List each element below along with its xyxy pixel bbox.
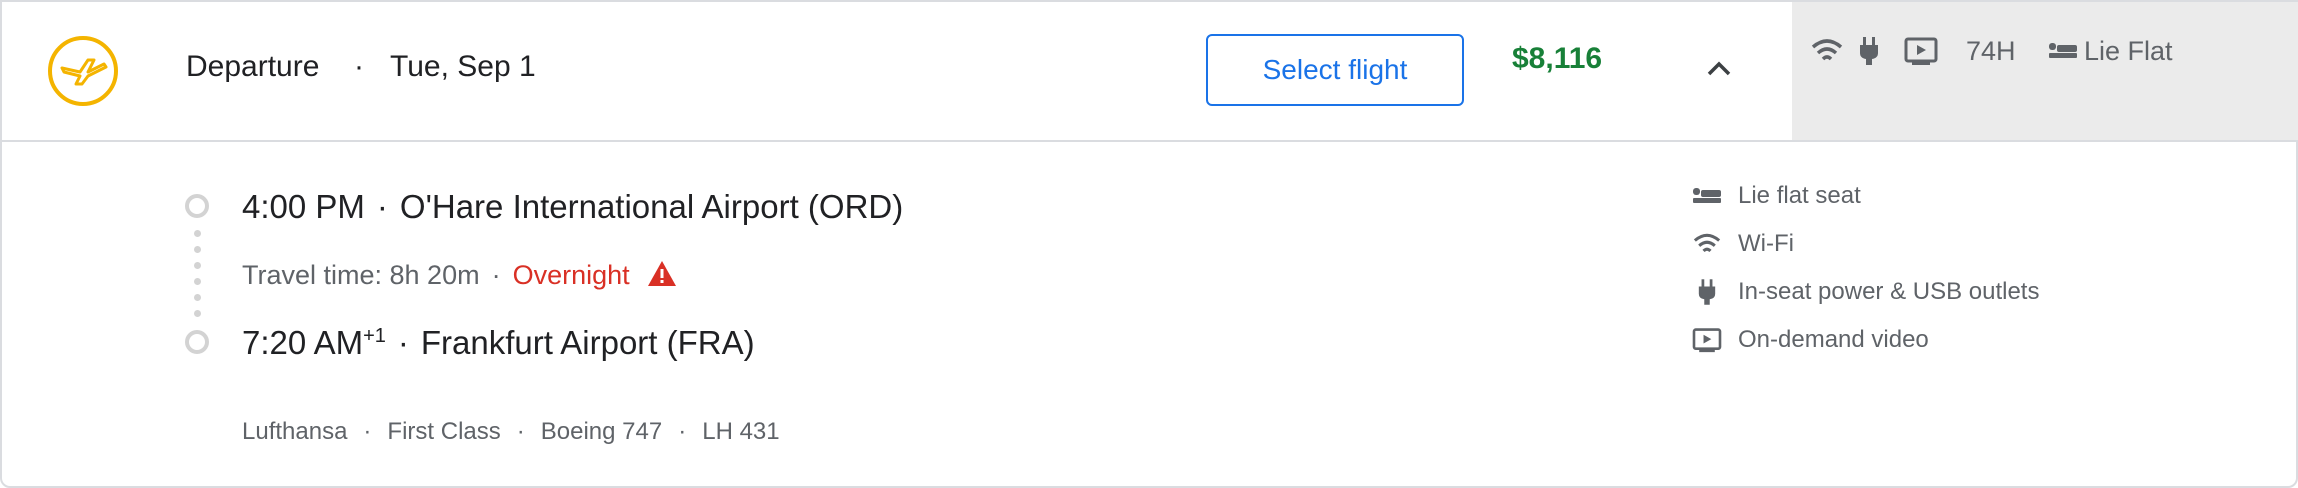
- cabin-class: First Class: [387, 418, 501, 445]
- departure-time: 4:00 PM: [242, 188, 365, 225]
- timeline-dot: [194, 278, 201, 285]
- amenity-summary-bar: 74H Lie Flat: [1792, 2, 2298, 140]
- timeline-dot: [194, 262, 201, 269]
- timeline-dot: [194, 294, 201, 301]
- flight-number: LH 431: [702, 418, 780, 445]
- overnight-label: Overnight: [512, 260, 630, 290]
- arrival-day-offset: +1: [363, 325, 386, 347]
- select-flight-button[interactable]: Select flight: [1206, 34, 1464, 106]
- flight-price: $8,116: [1512, 42, 1603, 75]
- feature-label: In-seat power & USB outlets: [1738, 278, 2040, 305]
- legroom-value: 74H: [1966, 36, 2016, 66]
- wifi-icon: [1810, 36, 1844, 71]
- power-plug-icon: [1858, 36, 1880, 71]
- departure-timeline-node: [185, 194, 209, 218]
- airline-name: Lufthansa: [242, 418, 348, 445]
- chevron-up-icon[interactable]: [1704, 54, 1734, 84]
- aircraft-type: Boeing 747: [540, 418, 663, 445]
- timeline-dot: [194, 230, 201, 237]
- departure-row: 4:00 PM · O'Hare International Airport (OR…: [242, 188, 904, 225]
- feature-video: On-demand video: [1690, 322, 1929, 358]
- video-icon: [1690, 327, 1724, 353]
- lie-flat-seat-icon: [2048, 40, 2078, 67]
- arrival-time: 7:20 AM: [242, 324, 364, 361]
- power-plug-icon: [1690, 278, 1724, 306]
- header-separator: ·: [354, 50, 364, 83]
- departure-airport: O'Hare International Airport (ORD): [399, 188, 904, 225]
- arrival-timeline-node: [185, 330, 209, 354]
- feature-label: On-demand video: [1738, 326, 1929, 353]
- seat-type-label: Lie Flat: [2084, 36, 2173, 66]
- arrival-airport: Frankfurt Airport (FRA): [420, 324, 755, 361]
- arrival-row: 7:20 AM+1 · Frankfurt Airport (FRA): [242, 324, 755, 361]
- lufthansa-logo-icon: [48, 36, 118, 106]
- feature-lie-flat-seat: Lie flat seat: [1690, 178, 1861, 214]
- feature-label: Lie flat seat: [1738, 182, 1861, 209]
- timeline-dot: [194, 246, 201, 253]
- warning-icon: [647, 260, 677, 294]
- flight-card: Departure · Tue, Sep 1 Select flight $8,…: [0, 0, 2298, 488]
- timeline-dot: [194, 310, 201, 317]
- travel-time: Travel time: 8h 20m: [242, 260, 480, 290]
- departure-date: Tue, Sep 1: [390, 50, 536, 83]
- travel-time-row: Travel time: 8h 20m · Overnight: [242, 260, 677, 294]
- feature-power: In-seat power & USB outlets: [1690, 274, 2039, 310]
- feature-wifi: Wi-Fi: [1690, 226, 1794, 262]
- video-icon: [1904, 36, 1938, 71]
- feature-label: Wi-Fi: [1738, 230, 1794, 257]
- flight-header[interactable]: Departure · Tue, Sep 1 Select flight $8,…: [2, 2, 2298, 142]
- lie-flat-seat-icon: [1690, 185, 1724, 207]
- wifi-icon: [1690, 231, 1724, 257]
- departure-label: Departure: [186, 50, 320, 83]
- flight-meta: Lufthansa · First Class · Boeing 747 · LH 431: [242, 418, 780, 445]
